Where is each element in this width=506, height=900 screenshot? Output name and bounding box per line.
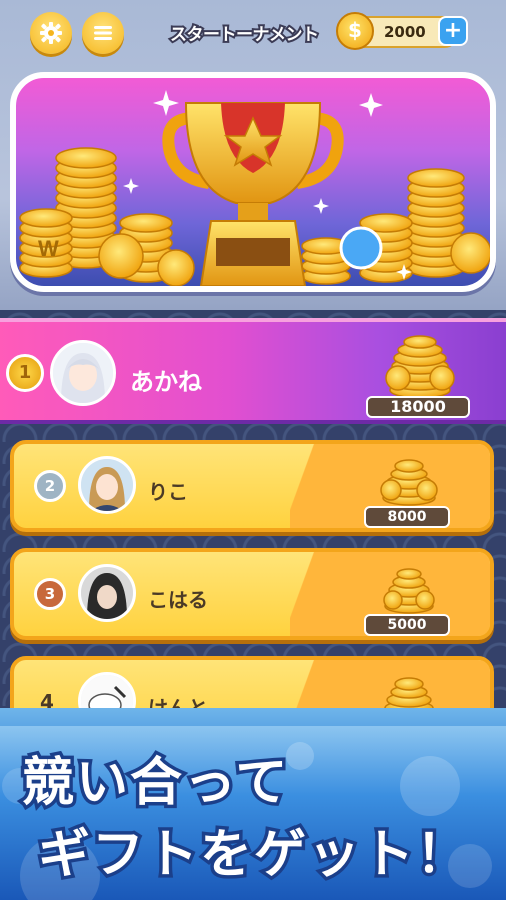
caption-line-1: 競い合って [18, 750, 290, 817]
player-name: あかね [130, 368, 202, 396]
player-name: こはる [148, 588, 208, 612]
leaderboard-row-2[interactable]: 2 りこ 8000 [10, 440, 494, 532]
trophy-banner: W [10, 72, 496, 292]
player-name: りこ [148, 480, 188, 504]
score-label: 18000 [366, 396, 470, 418]
avatar-image [81, 459, 133, 511]
rank-medal-silver: 2 [34, 470, 66, 502]
score-label: 5000 [364, 614, 450, 636]
leaderboard-row-1[interactable]: 1 あかね 18000 [0, 318, 506, 424]
menu-button[interactable] [82, 12, 124, 54]
avatar [50, 340, 116, 406]
menu-icon [94, 26, 112, 40]
coin-pile-icon [385, 335, 455, 398]
avatar [78, 564, 136, 622]
rank-medal-bronze: 3 [34, 578, 66, 610]
coin-amount: 2000 [384, 23, 426, 41]
banner-letter: W [38, 236, 59, 261]
caption-line-2: ギフトをゲット！ [34, 822, 471, 889]
rank-medal-gold: 1 [6, 354, 44, 392]
settings-button[interactable] [30, 12, 72, 54]
avatar-image [53, 343, 113, 403]
score-label: 8000 [364, 506, 450, 528]
coin-pile-icon [383, 568, 435, 614]
tournament-title: スタートーナメント [168, 23, 321, 47]
coin-pile-icon [380, 459, 438, 506]
leaderboard-row-3[interactable]: 3 こはる 5000 [10, 548, 494, 640]
add-coins-button[interactable]: + [438, 16, 468, 46]
coin-icon: $ [336, 12, 374, 50]
trophy-illustration: W [19, 90, 490, 286]
caption-banner: 競い合って ギフトをゲット！ [0, 708, 506, 900]
avatar [78, 456, 136, 514]
avatar-image [81, 567, 133, 619]
coin-balance: $ 2000 + [336, 12, 468, 50]
gear-icon [40, 22, 62, 44]
